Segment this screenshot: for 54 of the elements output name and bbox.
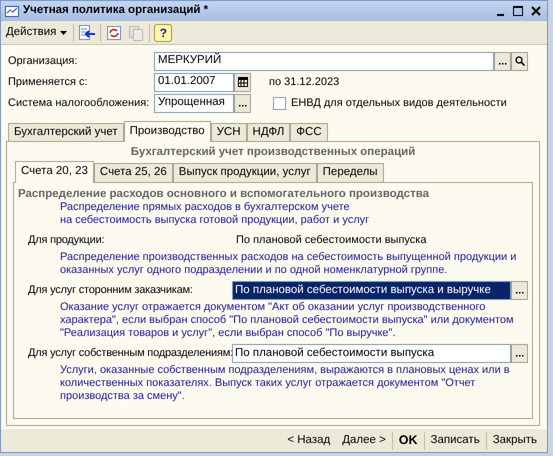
select-field[interactable]: По плановой себестоимости выпуска <box>232 344 511 363</box>
calendar-button[interactable] <box>234 72 251 92</box>
field-label: Применяется с: <box>7 76 89 88</box>
minimize-icon <box>496 14 504 16</box>
description-text: Услуги, оказанные собственным подразделениям, выражаются в плановых ценах или в количественных показателях. Выпуск таких услуг отражается документом "Отчет производства за смену". <box>59 364 511 402</box>
field-label: Система налогообложения: <box>7 96 150 110</box>
document-arrow-icon[interactable] <box>78 24 96 42</box>
field-label: Для услуг сторонним заказчикам: <box>27 284 194 297</box>
field-label: Для продукции: <box>27 234 106 246</box>
actions-menu[interactable]: Действия <box>4 26 70 40</box>
checkbox-label: ЕНВД для отдельных видов деятельности <box>291 96 507 110</box>
field-label: Организация: <box>7 54 78 68</box>
date-until-text: по 31.12.2023 <box>269 76 340 88</box>
date-field[interactable]: 01.01.2007 <box>154 72 234 92</box>
tab[interactable]: Счета 20, 23 <box>15 161 94 183</box>
ellipsis-icon <box>516 292 524 294</box>
nav-button[interactable]: < Назад <box>281 432 336 448</box>
refresh-icon[interactable] <box>105 24 124 42</box>
maximize-button[interactable] <box>511 4 525 18</box>
ok-button[interactable]: OK <box>392 432 424 449</box>
caret-icon <box>60 30 68 34</box>
organization-field[interactable]: МЕРКУРИЙ <box>154 52 494 70</box>
footer-button[interactable]: Закрыть <box>486 432 543 448</box>
tab[interactable]: ФСС <box>290 123 328 142</box>
window-icon <box>5 4 19 18</box>
search-icon <box>514 56 524 66</box>
search-button[interactable] <box>511 52 528 70</box>
tab[interactable]: Бухгалтерский учет <box>8 123 124 142</box>
tab[interactable]: Счета 25, 26 <box>94 163 173 182</box>
close-button[interactable] <box>529 4 543 18</box>
group-title: Распределение расходов основного и вспомогательного производства <box>18 188 430 201</box>
tab[interactable]: Переделы <box>316 163 384 182</box>
select-field[interactable]: По плановой себестоимости выпуска и выручке <box>232 280 511 300</box>
section-title: Бухгалтерский учет производственных операций <box>130 146 416 160</box>
checkbox[interactable] <box>273 96 286 110</box>
nav-button[interactable]: Далее > <box>336 432 392 448</box>
description-text: Распределение прямых расходов в бухгалтерском учете <box>59 200 351 214</box>
tab[interactable]: УСН <box>210 123 247 142</box>
description-text: на себестоимость выпуска готовой продукции, работ и услуг <box>59 214 370 226</box>
tab[interactable]: Выпуск продукции, услуг <box>172 163 317 182</box>
description-text: Распределение производственных расходов на себестоимость выпущенной продукции и оказанных услуг одного подразделении и по одной номенклатурной группе. <box>59 251 518 276</box>
tab[interactable]: Производство <box>124 121 211 142</box>
field-value: По плановой себестоимости выпуска <box>235 234 426 246</box>
select-button[interactable] <box>234 94 251 112</box>
footer-button[interactable]: Записать <box>424 432 486 448</box>
tax-system-field[interactable]: Упрощенная <box>154 94 234 112</box>
window-title: Учетная политика организаций * <box>23 4 210 18</box>
field-label: Для услуг собственным подразделениям: <box>27 347 232 360</box>
calendar-icon <box>238 77 248 87</box>
help-button[interactable]: ? <box>154 24 172 42</box>
select-button[interactable] <box>494 52 511 70</box>
ellipsis-icon <box>516 355 524 358</box>
tab[interactable]: НДФЛ <box>246 123 290 142</box>
description-text: Оказание услуг отражается документом "Акт об оказании услуг производственного характера", если выбран способ "По плановой себестоимости выпуска" или документом "Реализация товаров и услуг", если выбран способ "По выручке". <box>59 301 515 340</box>
